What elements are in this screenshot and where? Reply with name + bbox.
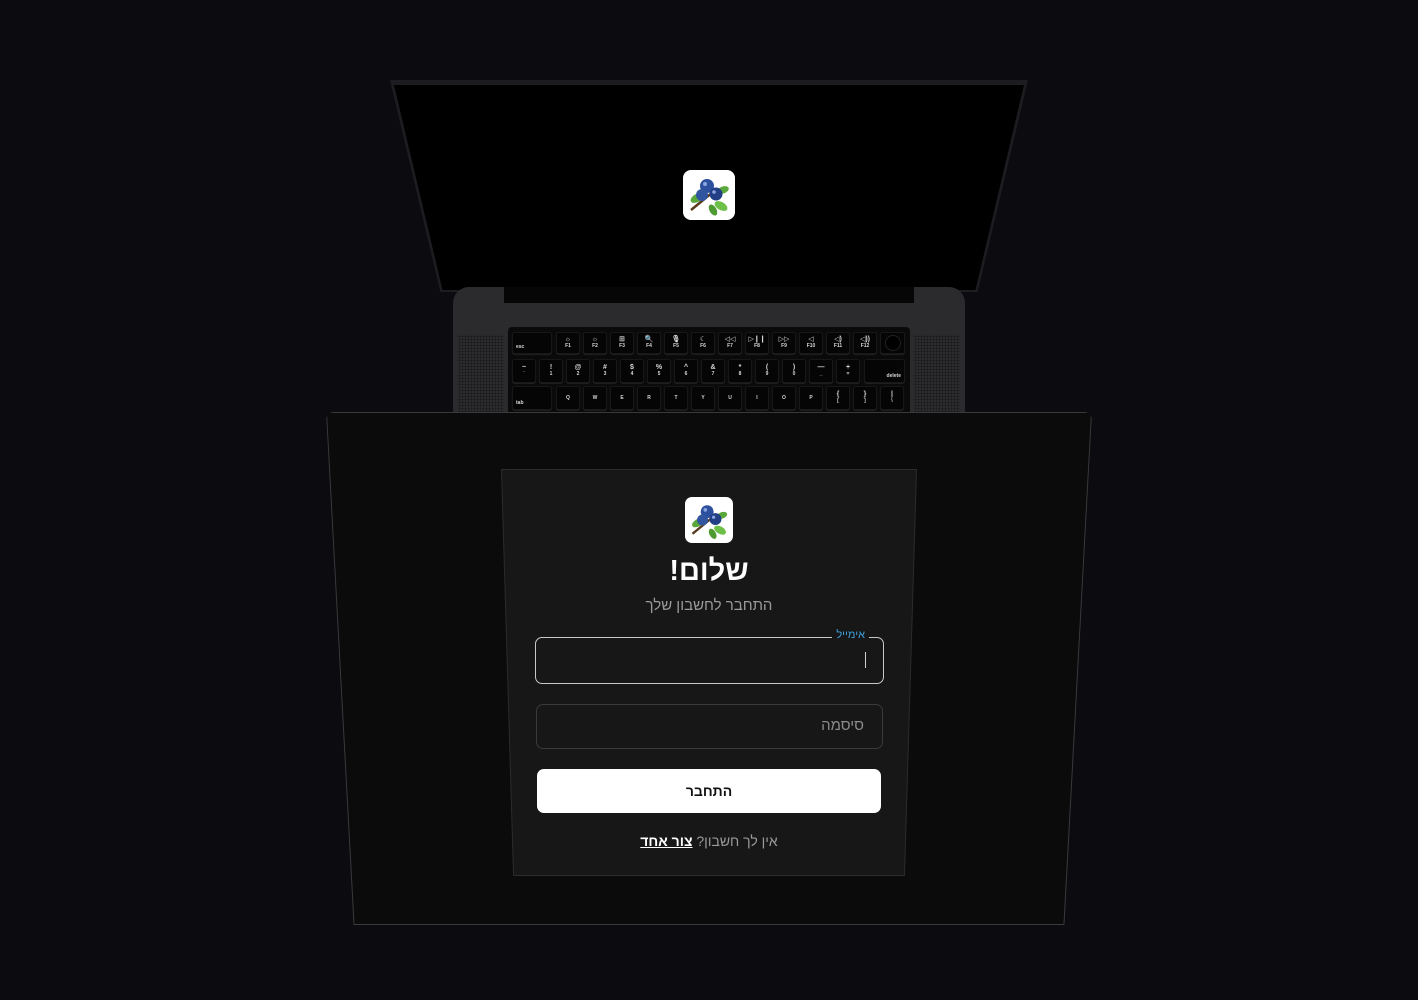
key-f11: ◁) F11 [826, 332, 850, 354]
key-9: (9 [755, 359, 779, 383]
key-6: ^ 6 [674, 359, 698, 383]
key-f3: ⊞ F3 [610, 332, 634, 354]
login-button[interactable]: התחבר [537, 769, 881, 813]
key-f4: 🔍 F4 [637, 332, 661, 354]
key-f7: ◁◁ F7 [718, 332, 742, 354]
key-bracket-1: }] [853, 386, 877, 410]
key-bracket-0: {[ [826, 386, 850, 410]
key-o: O [772, 386, 796, 410]
email-label: אימייל [832, 629, 869, 641]
screen-blueberry-logo-icon [683, 170, 735, 220]
email-field[interactable]: אימייל [535, 629, 884, 684]
key-f12: ◁)) F12 [853, 332, 877, 354]
key-w: W [583, 386, 607, 410]
key-_: — _ [809, 359, 833, 383]
text-caret [864, 652, 866, 668]
right-speaker-grille [914, 335, 960, 415]
password-field[interactable]: סיסמה [536, 704, 883, 749]
key-1: ! 1 [539, 359, 563, 383]
key-4: $4 [620, 359, 644, 383]
key-f2: ☼ F2 [583, 332, 607, 354]
signup-link[interactable]: צור אחד [640, 833, 692, 849]
keyboard: esc ☼ F1 ☼ F2 ⊞ F3 🔍 F4 🎙 F5 ☾ F6 ◁◁ F7 ▷❙❙ F8 ▷▷ F9 ◁ F10 ◁)… [508, 327, 910, 417]
laptop-hinge [504, 287, 914, 303]
key-f5: 🎙 F5 [664, 332, 688, 354]
key-f9: ▷▷ F9 [772, 332, 796, 354]
key-bracket-2: | \ [880, 386, 904, 410]
key-3: #3 [593, 359, 617, 383]
key-delete: delete [864, 359, 905, 383]
key-=: + = [836, 359, 860, 383]
password-placeholder: סיסמה [821, 717, 864, 734]
card-blueberry-logo-icon [685, 497, 733, 543]
page-title: שלום! [669, 555, 749, 587]
key-5: % 5 [647, 359, 671, 383]
key-y: Y [691, 386, 715, 410]
left-speaker-grille [458, 335, 504, 415]
signup-prompt: אין לך חשבון? [696, 833, 778, 849]
key-7: & 7 [701, 359, 725, 383]
key-r: R [637, 386, 661, 410]
key-0: ) 0 [782, 359, 806, 383]
key-2: @2 [566, 359, 590, 383]
key-e: E [610, 386, 634, 410]
key-f10: ◁ F10 [799, 332, 823, 354]
key-u: U [718, 386, 742, 410]
key-p: P [799, 386, 823, 410]
key-esc: esc [512, 332, 552, 354]
key-f1: ☼ F1 [556, 332, 580, 354]
key-t: T [664, 386, 688, 410]
key-q: Q [556, 386, 580, 410]
power-key [880, 332, 905, 354]
key-i: I [745, 386, 769, 410]
key-`: ~ ` [512, 359, 536, 383]
key-8: * 8 [728, 359, 752, 383]
key-tab: tab [512, 386, 552, 410]
page-subtitle: התחבר לחשבון שלך [645, 597, 773, 614]
key-f6: ☾ F6 [691, 332, 715, 354]
signup-row: אין לך חשבון? צור אחד [509, 833, 909, 849]
key-f8: ▷❙❙ F8 [745, 332, 769, 354]
power-button-icon [884, 335, 901, 351]
